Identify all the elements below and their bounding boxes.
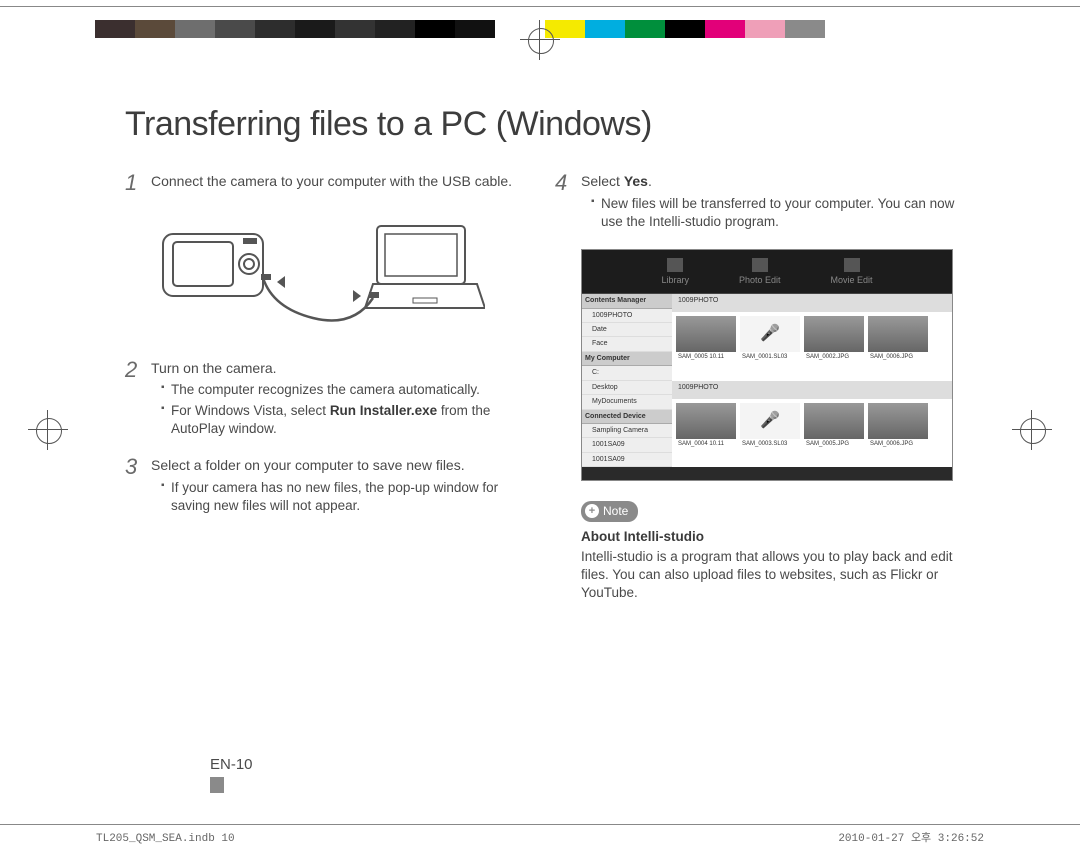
- step-text: Turn on the camera.: [151, 359, 525, 378]
- crop-mark-top: [0, 6, 1080, 7]
- footer-timestamp: 2010-01-27 오후 3:26:52: [838, 829, 984, 845]
- thumbnail: SAM_0003.SL03: [740, 403, 800, 451]
- thumbnail: SAM_0006.JPG: [868, 316, 928, 364]
- crop-mark-bottom: [0, 824, 1080, 825]
- camera-to-laptop-illustration: [155, 216, 485, 336]
- page-tab-indicator: [210, 777, 224, 793]
- thumbnail: SAM_0006.JPG: [868, 403, 928, 451]
- registration-mark-left: [28, 410, 68, 450]
- app-toolbar: Library Photo Edit Movie Edit: [582, 250, 952, 294]
- step-4: 4 Select Yes. New files will be transfer…: [555, 172, 955, 241]
- bullet-item: If your camera has no new files, the pop…: [161, 479, 525, 515]
- left-column: 1 Connect the camera to your computer wi…: [125, 172, 525, 602]
- thumbnail: SAM_0005.JPG: [804, 403, 864, 451]
- note-body: Intelli-studio is a program that allows …: [581, 548, 955, 603]
- color-calibration-bar: [95, 20, 885, 38]
- bullet-item: For Windows Vista, select Run Installer.…: [161, 402, 525, 438]
- registration-mark-top: [520, 20, 560, 60]
- bullet-item: New files will be transferred to your co…: [591, 195, 955, 231]
- note-title: About Intelli-studio: [581, 528, 955, 546]
- thumbnail: SAM_0005 10.11: [676, 316, 736, 364]
- note-label: Note: [603, 503, 628, 519]
- step-1: 1 Connect the camera to your computer wi…: [125, 172, 525, 198]
- step-3: 3 Select a folder on your computer to sa…: [125, 456, 525, 525]
- step-number: 3: [125, 452, 151, 525]
- bullet-item: The computer recognizes the camera autom…: [161, 381, 525, 399]
- step-text: Select Yes.: [581, 172, 955, 191]
- plus-icon: +: [585, 504, 599, 518]
- intelli-studio-screenshot: Library Photo Edit Movie Edit Contents M…: [581, 249, 953, 481]
- step-text: Connect the camera to your computer with…: [151, 172, 525, 191]
- step-2: 2 Turn on the camera. The computer recog…: [125, 359, 525, 449]
- page-number: EN-10: [210, 756, 253, 773]
- page-title: Transferring files to a PC (Windows): [125, 105, 955, 144]
- step-number: 4: [555, 168, 581, 241]
- thumbnail: SAM_0001.SL03: [740, 316, 800, 364]
- registration-mark-right: [1012, 410, 1052, 450]
- note-badge: + Note: [581, 501, 638, 521]
- step-text: Select a folder on your computer to save…: [151, 456, 525, 475]
- thumbnail: SAM_0004 10.11: [676, 403, 736, 451]
- thumbnail: SAM_0002.JPG: [804, 316, 864, 364]
- sidebar-panel: Contents Manager 1009PHOTO Date Face My …: [582, 294, 672, 467]
- step-number: 2: [125, 355, 151, 449]
- step-number: 1: [125, 168, 151, 198]
- right-column: 4 Select Yes. New files will be transfer…: [555, 172, 955, 602]
- main-panel: 1009PHOTO SAM_0005 10.11SAM_0001.SL03SAM…: [672, 294, 952, 467]
- footer-file-name: TL205_QSM_SEA.indb 10: [96, 833, 235, 845]
